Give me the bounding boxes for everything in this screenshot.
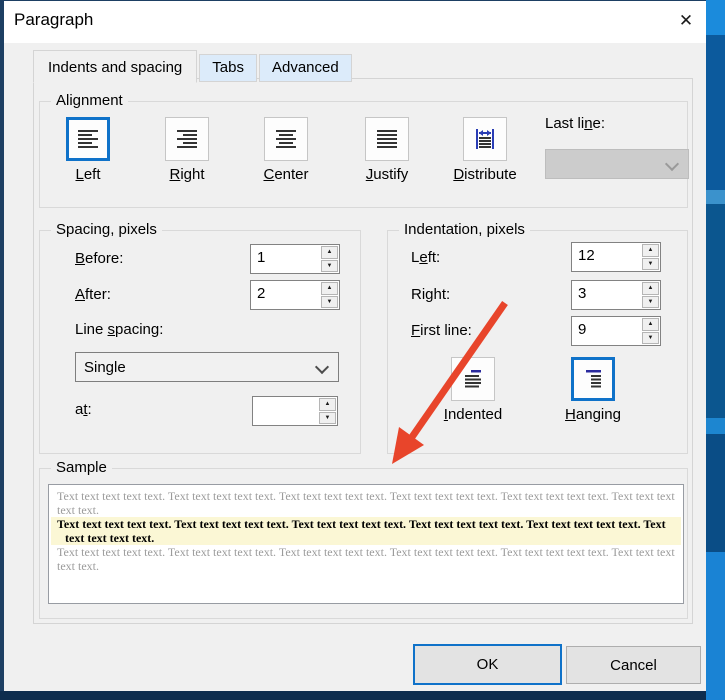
window-bottom-edge <box>0 691 725 700</box>
first-line-value[interactable]: 9 <box>572 317 641 345</box>
spinner-down-icon[interactable]: ▼ <box>321 260 338 273</box>
alignment-legend: Alignment <box>51 92 128 109</box>
last-line-combobox <box>545 149 689 179</box>
ok-button[interactable]: OK <box>413 644 562 685</box>
line-spacing-label: Line spacing: <box>75 321 163 338</box>
before-spinner[interactable]: 1 ▲ ▼ <box>250 244 340 274</box>
sample-legend: Sample <box>51 459 112 476</box>
tab-indents-and-spacing[interactable]: Indents and spacing <box>33 50 197 83</box>
align-right-button[interactable]: Right <box>142 117 232 183</box>
indent-right-spinner[interactable]: 3 ▲ ▼ <box>571 280 661 310</box>
chevron-down-icon <box>665 157 679 171</box>
indent-left-value[interactable]: 12 <box>572 243 641 271</box>
align-distribute-button[interactable]: Distribute <box>440 117 530 183</box>
after-value[interactable]: 2 <box>251 281 320 309</box>
spinner-up-icon[interactable]: ▲ <box>642 244 659 257</box>
spinner-up-icon[interactable]: ▲ <box>321 282 338 295</box>
screen: Paragraph ✕ Indents and spacing Tabs Adv… <box>0 0 725 700</box>
sample-paragraph: Text text text text text. Text text text… <box>51 545 681 573</box>
align-justify-icon <box>365 117 409 161</box>
indent-left-label: Left: <box>411 249 440 266</box>
indented-label: Indented <box>428 406 518 423</box>
line-spacing-combobox[interactable]: Single <box>75 352 339 382</box>
indentation-group: Indentation, pixels Left: 12 ▲ ▼ Right: … <box>387 230 688 454</box>
spinner-up-icon[interactable]: ▲ <box>642 318 659 331</box>
tab-strip: Indents and spacing Tabs Advanced <box>33 50 352 82</box>
spacing-group: Spacing, pixels Before: 1 ▲ ▼ After: 2 ▲… <box>39 230 361 454</box>
tab-advanced[interactable]: Advanced <box>259 54 352 82</box>
spinner-down-icon[interactable]: ▼ <box>642 258 659 271</box>
spinner-down-icon[interactable]: ▼ <box>642 332 659 345</box>
indent-right-label: Right: <box>411 286 450 303</box>
before-label: Before: <box>75 250 123 267</box>
align-right-icon <box>165 117 209 161</box>
dialog-title: Paragraph <box>14 10 93 30</box>
indent-left-spinner[interactable]: 12 ▲ ▼ <box>571 242 661 272</box>
window-right-edge <box>706 0 725 700</box>
at-spin-buttons: ▲ ▼ <box>318 397 337 425</box>
line-spacing-value: Single <box>84 359 126 376</box>
align-center-icon <box>264 117 308 161</box>
spinner-down-icon[interactable]: ▼ <box>642 296 659 309</box>
sample-group: Sample Text text text text text. Text te… <box>39 468 688 619</box>
align-left-button[interactable]: Left <box>43 117 133 183</box>
indent-right-value[interactable]: 3 <box>572 281 641 309</box>
tab-panel: Alignment Left Right <box>33 78 693 624</box>
spinner-up-icon[interactable]: ▲ <box>642 282 659 295</box>
align-justify-button[interactable]: Justify <box>342 117 432 183</box>
sample-paragraph: Text text text text text. Text text text… <box>51 489 681 517</box>
spinner-down-icon[interactable]: ▼ <box>319 412 336 425</box>
hanging-icon <box>571 357 615 401</box>
after-spinner[interactable]: 2 ▲ ▼ <box>250 280 340 310</box>
spinner-down-icon[interactable]: ▼ <box>321 296 338 309</box>
at-spinner[interactable]: ▲ ▼ <box>252 396 338 426</box>
hanging-label: Hanging <box>548 406 638 423</box>
spacing-legend: Spacing, pixels <box>51 221 162 238</box>
tab-tabs[interactable]: Tabs <box>199 54 257 82</box>
before-spin-buttons: ▲ ▼ <box>320 245 339 273</box>
at-label: at: <box>75 401 92 418</box>
chevron-down-icon <box>315 360 329 374</box>
sample-paragraph-highlighted: Text text text text text. Text text text… <box>51 517 681 545</box>
indent-left-spin-buttons: ▲ ▼ <box>641 243 660 271</box>
at-value[interactable] <box>253 397 318 425</box>
close-icon[interactable]: ✕ <box>670 6 702 36</box>
indentation-legend: Indentation, pixels <box>399 221 530 238</box>
align-center-label: Center <box>241 166 331 183</box>
titlebar: Paragraph ✕ <box>4 1 706 43</box>
first-line-label: First line: <box>411 322 472 339</box>
after-spin-buttons: ▲ ▼ <box>320 281 339 309</box>
first-line-spinner[interactable]: 9 ▲ ▼ <box>571 316 661 346</box>
sample-preview: Text text text text text. Text text text… <box>48 484 684 604</box>
align-justify-label: Justify <box>342 166 432 183</box>
align-center-button[interactable]: Center <box>241 117 331 183</box>
indented-button[interactable]: Indented <box>428 357 518 423</box>
align-right-label: Right <box>142 166 232 183</box>
first-line-spin-buttons: ▲ ▼ <box>641 317 660 345</box>
last-line-label: Last line: <box>545 115 605 132</box>
spinner-up-icon[interactable]: ▲ <box>321 246 338 259</box>
before-value[interactable]: 1 <box>251 245 320 273</box>
indented-icon <box>451 357 495 401</box>
align-left-icon <box>66 117 110 161</box>
after-label: After: <box>75 286 111 303</box>
align-left-label: Left <box>43 166 133 183</box>
paragraph-dialog: Paragraph ✕ Indents and spacing Tabs Adv… <box>0 0 706 691</box>
spinner-up-icon[interactable]: ▲ <box>319 398 336 411</box>
cancel-button[interactable]: Cancel <box>566 646 701 684</box>
indent-right-spin-buttons: ▲ ▼ <box>641 281 660 309</box>
align-distribute-icon <box>463 117 507 161</box>
alignment-group: Alignment Left Right <box>39 101 688 208</box>
align-distribute-label: Distribute <box>440 166 530 183</box>
hanging-button[interactable]: Hanging <box>548 357 638 423</box>
